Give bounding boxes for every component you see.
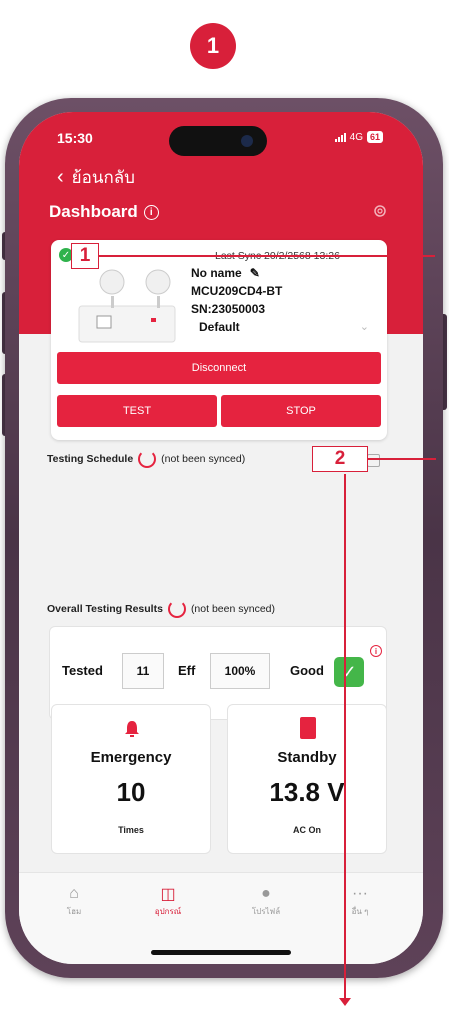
status-time: 15:30 (57, 130, 93, 146)
battery-status-icon (300, 717, 316, 739)
disconnect-button[interactable]: Disconnect (57, 352, 381, 384)
device-name: No name (191, 266, 242, 280)
device-image (71, 262, 181, 348)
battery-icon: 61 (366, 131, 383, 143)
status-indicators: 4G 61 (334, 131, 383, 143)
nav-item-home[interactable]: ⌂ โฮม (39, 883, 109, 918)
eff-label: Eff (178, 663, 196, 678)
tested-label: Tested (62, 663, 103, 678)
sync-icon[interactable] (138, 450, 157, 468)
signal-icon (334, 132, 346, 142)
step-number-badge: 1 (190, 23, 236, 69)
nav-item-device[interactable]: ◫ อุปกรณ์ (133, 883, 203, 918)
alert-info-icon[interactable]: i (370, 645, 382, 657)
chevron-left-icon: ‹ (57, 166, 64, 188)
good-label: Good (290, 663, 324, 678)
home-indicator (151, 950, 291, 955)
callout-1-label: 1 (71, 243, 99, 269)
stop-button[interactable]: STOP (221, 395, 381, 427)
device-serial: SN:23050003 (191, 302, 266, 316)
profile-icon: ● (261, 885, 271, 902)
device-model: MCU209CD4-BT (191, 284, 283, 298)
nav-label: อื่น ๆ (351, 907, 369, 916)
phone-screen: 15:30 4G 61 ‹ ย้อนกลับ Dashboard i ✓ La (19, 112, 423, 964)
emergency-value: 10 (116, 777, 146, 807)
home-icon: ⌂ (69, 885, 79, 902)
emergency-unit: Times (118, 825, 144, 835)
overall-results-label: Overall Testing Results (47, 603, 163, 615)
emergency-label: Emergency (90, 749, 172, 766)
dynamic-island (169, 126, 267, 156)
network-type: 4G (349, 131, 363, 143)
standby-card: Standby 13.8 V AC On (227, 704, 387, 854)
back-button[interactable]: ‹ ย้อนกลับ (57, 164, 135, 191)
info-icon[interactable]: i (143, 204, 159, 220)
testing-schedule-label: Testing Schedule (47, 453, 134, 465)
callout-2-line (368, 458, 436, 460)
overall-results-row: Overall Testing Results (not been synced… (47, 600, 275, 618)
calendar-icon[interactable] (367, 454, 380, 467)
device-icon: ◫ (160, 886, 176, 903)
eff-value: 100% (210, 653, 270, 689)
settings-gear-icon[interactable] (371, 202, 389, 220)
standby-value: 13.8 V (269, 777, 345, 807)
device-name-row: No name ✎ (191, 266, 260, 280)
nav-item-profile[interactable]: ● โปรไฟล์ (231, 883, 301, 918)
device-profile-select[interactable]: Default (199, 320, 240, 334)
nav-label: โฮม (66, 907, 82, 916)
tested-value: 11 (122, 653, 164, 689)
page-title: Dashboard (49, 202, 138, 221)
overall-results-status: (not been synced) (190, 603, 275, 615)
sync-icon[interactable] (167, 600, 186, 618)
standby-unit: AC On (293, 825, 321, 835)
testing-schedule-status: (not been synced) (161, 453, 246, 465)
nav-item-more[interactable]: ··· อื่น ๆ (325, 883, 395, 918)
nav-label: โปรไฟล์ (251, 907, 281, 916)
back-label: ย้อนกลับ (71, 168, 135, 187)
chevron-down-icon[interactable]: ⌄ (360, 320, 369, 333)
standby-label: Standby (277, 749, 337, 766)
test-button[interactable]: TEST (57, 395, 217, 427)
callout-arrow-down-icon (339, 998, 351, 1006)
page-title-row: Dashboard i (49, 202, 159, 222)
callout-2-label: 2 (312, 446, 368, 472)
bell-icon (125, 721, 139, 737)
emergency-card: Emergency 10 Times (51, 704, 211, 854)
device-card: ✓ Last Sync 20/2/2568 13:26 No name ✎ MC… (51, 240, 387, 440)
callout-2-vertical-line (344, 474, 346, 1004)
more-icon: ··· (352, 885, 368, 902)
testing-schedule-row: Testing Schedule (not been synced) (47, 450, 245, 468)
camera-icon (241, 135, 253, 147)
callout-1-line (99, 255, 435, 257)
edit-pencil-icon[interactable]: ✎ (250, 266, 260, 280)
nav-label: อุปกรณ์ (154, 907, 182, 916)
good-check-icon: ✓ (334, 657, 364, 687)
